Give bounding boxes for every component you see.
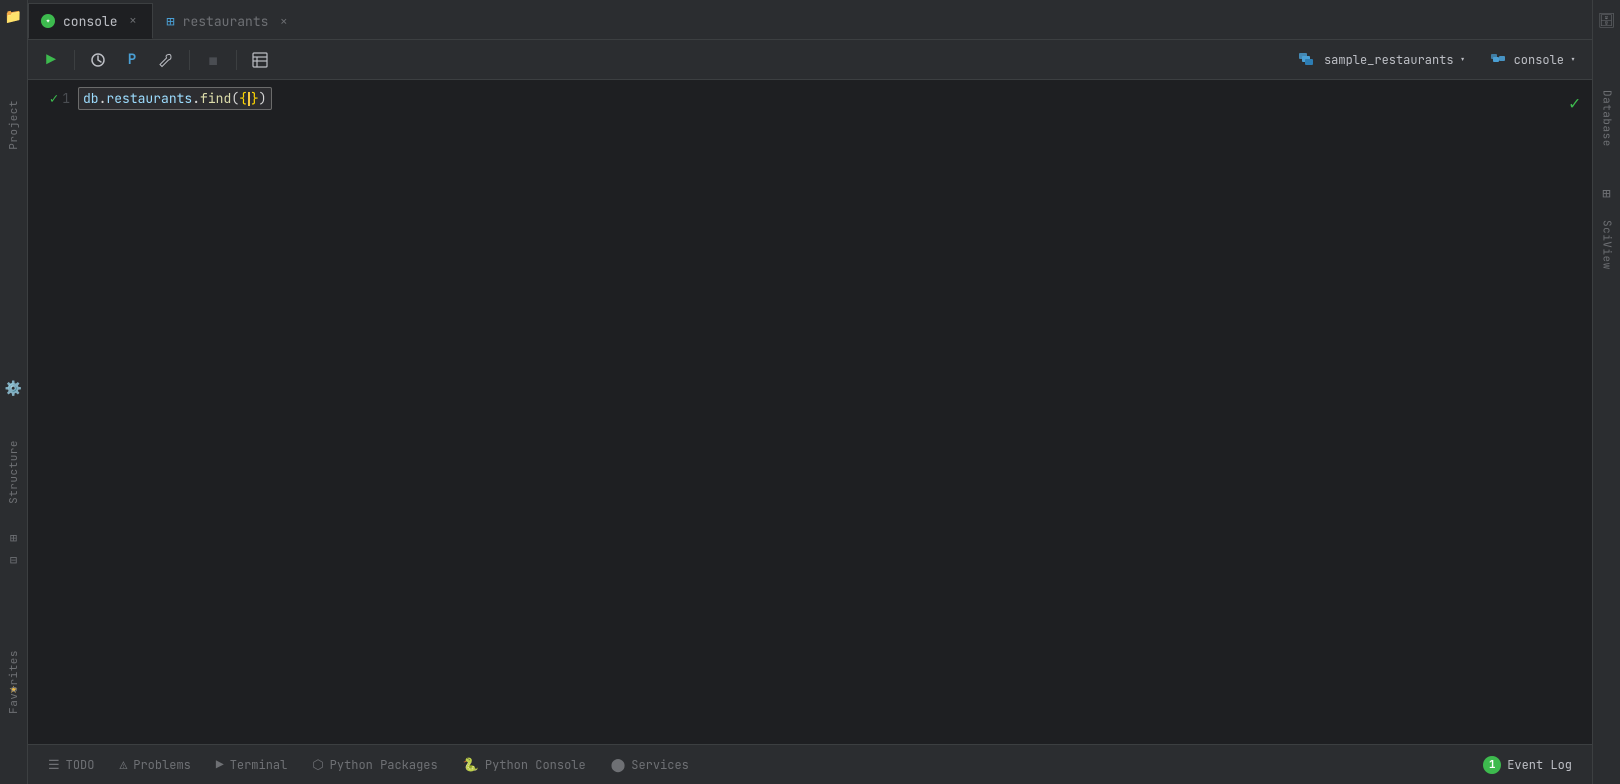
folder-icon[interactable]: 📁 xyxy=(5,8,22,26)
sidebar-item-sciview[interactable]: SciView xyxy=(1600,220,1614,270)
toolbar-right: sample_restaurants ▾ console ▾ xyxy=(1290,48,1584,72)
sidebar-item-database[interactable]: Database xyxy=(1600,90,1614,147)
code-method: find xyxy=(200,90,231,107)
python-packages-icon: ⬡ xyxy=(312,756,323,773)
status-right: 1 Event Log xyxy=(1471,756,1584,774)
connection-name: console xyxy=(1514,52,1564,68)
problems-label: Problems xyxy=(133,757,191,773)
console-icon: ✦ xyxy=(41,14,55,28)
grid-panel-icon[interactable]: ⊞ xyxy=(1602,185,1610,203)
db-name: sample_restaurants xyxy=(1324,52,1454,68)
structure-icon-1[interactable]: ⊞ xyxy=(10,530,17,546)
connection-icon xyxy=(1490,52,1508,68)
event-log-button[interactable]: 1 Event Log xyxy=(1471,756,1584,774)
tab-restaurants-label: restaurants xyxy=(183,13,269,30)
wrench-button[interactable] xyxy=(151,46,181,74)
code-line-1: db . restaurants . find ( { } ) xyxy=(78,88,1592,109)
tab-console-close[interactable]: ✕ xyxy=(126,12,141,30)
tab-restaurants-close[interactable]: ✕ xyxy=(276,13,291,31)
editor-area[interactable]: ✓ 1 db . restaurants . find ( { xyxy=(28,80,1592,744)
tab-console[interactable]: ✦ console ✕ xyxy=(28,3,153,39)
code-dot-2: . xyxy=(192,90,200,107)
code-paren-close: ) xyxy=(259,90,267,107)
python-console-icon: 🐍 xyxy=(463,756,479,773)
status-python-packages[interactable]: ⬡ Python Packages xyxy=(300,745,450,784)
grid-icon: ⊞ xyxy=(166,13,174,31)
code-db: db xyxy=(83,90,99,107)
status-python-console[interactable]: 🐍 Python Console xyxy=(451,745,599,784)
todo-label: TODO xyxy=(66,757,95,773)
sidebar-item-project[interactable]: Project xyxy=(7,100,21,150)
terminal-icon: ▶ xyxy=(216,756,224,773)
status-todo[interactable]: ☰ TODO xyxy=(36,745,107,784)
tab-bar: ✦ console ✕ ⊞ restaurants ✕ xyxy=(28,0,1592,40)
editor-content: ✓ 1 db . restaurants . find ( { xyxy=(28,80,1592,744)
main-area: ✦ console ✕ ⊞ restaurants ✕ ▶ P ◼ xyxy=(28,0,1592,784)
code-brace-close: } xyxy=(251,90,259,107)
right-check-icon: ✓ xyxy=(1569,92,1580,115)
problems-icon: ⚠ xyxy=(119,756,127,773)
stop-button[interactable]: ◼ xyxy=(198,46,228,74)
code-paren-open: ( xyxy=(231,90,239,107)
tab-restaurants[interactable]: ⊞ restaurants ✕ xyxy=(153,3,304,39)
event-log-badge: 1 xyxy=(1483,756,1501,774)
line-num-1: 1 xyxy=(62,90,70,107)
python-packages-label: Python Packages xyxy=(330,757,438,773)
code-area[interactable]: db . restaurants . find ( { } ) xyxy=(78,80,1592,744)
structure-icon-2[interactable]: ⊟ xyxy=(10,552,17,568)
connection-dropdown-icon: ▾ xyxy=(1570,53,1576,66)
cursor xyxy=(248,92,250,106)
sidebar-item-structure[interactable]: Structure xyxy=(7,440,21,504)
table-button[interactable] xyxy=(245,46,275,74)
python-button[interactable]: P xyxy=(117,46,147,74)
event-log-count: 1 xyxy=(1489,758,1496,772)
sidebar-item-favorites[interactable]: Favorites xyxy=(7,650,21,714)
right-sidebar: 🗄 Database ⊞ SciView xyxy=(1592,0,1620,784)
status-services[interactable]: ⬤ Services xyxy=(599,745,702,784)
event-log-label: Event Log xyxy=(1507,757,1572,773)
status-problems[interactable]: ⚠ Problems xyxy=(107,745,203,784)
code-collection: restaurants xyxy=(106,90,192,107)
services-label: Services xyxy=(631,757,689,773)
run-button[interactable]: ▶ xyxy=(36,46,66,74)
table-icon xyxy=(252,52,268,68)
tab-console-label: console xyxy=(63,13,118,30)
toolbar: ▶ P ◼ xyxy=(28,40,1592,80)
left-sidebar: 📁 Project ⚙️ Structure ⊞ ⊟ ★ Favorites xyxy=(0,0,28,784)
line-number-1: ✓ 1 xyxy=(50,88,70,109)
line-check-icon: ✓ xyxy=(50,90,58,108)
python-console-label: Python Console xyxy=(485,757,586,773)
status-terminal[interactable]: ▶ Terminal xyxy=(204,745,300,784)
history-button[interactable] xyxy=(83,46,113,74)
history-icon xyxy=(90,52,106,68)
code-expression: db . restaurants . find ( { } ) xyxy=(78,87,272,110)
code-dot-1: . xyxy=(99,90,107,107)
separator-2 xyxy=(189,50,190,70)
db-selector-icon xyxy=(1298,52,1318,68)
db-selector[interactable]: sample_restaurants ▾ xyxy=(1290,48,1474,72)
services-icon: ⬤ xyxy=(611,756,626,773)
structure-icons: ⊞ ⊟ xyxy=(10,530,17,568)
structure-icon[interactable]: ⚙️ xyxy=(5,380,22,398)
db-dropdown-icon: ▾ xyxy=(1460,53,1466,66)
separator-3 xyxy=(236,50,237,70)
line-numbers: ✓ 1 xyxy=(28,80,78,744)
database-panel-icon[interactable]: 🗄 xyxy=(1598,12,1616,30)
status-bar: ☰ TODO ⚠ Problems ▶ Terminal ⬡ Python Pa… xyxy=(28,744,1592,784)
connection-selector[interactable]: console ▾ xyxy=(1482,48,1584,72)
terminal-label: Terminal xyxy=(230,757,288,773)
code-brace-open: { xyxy=(239,90,247,107)
wrench-icon xyxy=(158,52,174,68)
separator-1 xyxy=(74,50,75,70)
todo-icon: ☰ xyxy=(48,756,60,773)
